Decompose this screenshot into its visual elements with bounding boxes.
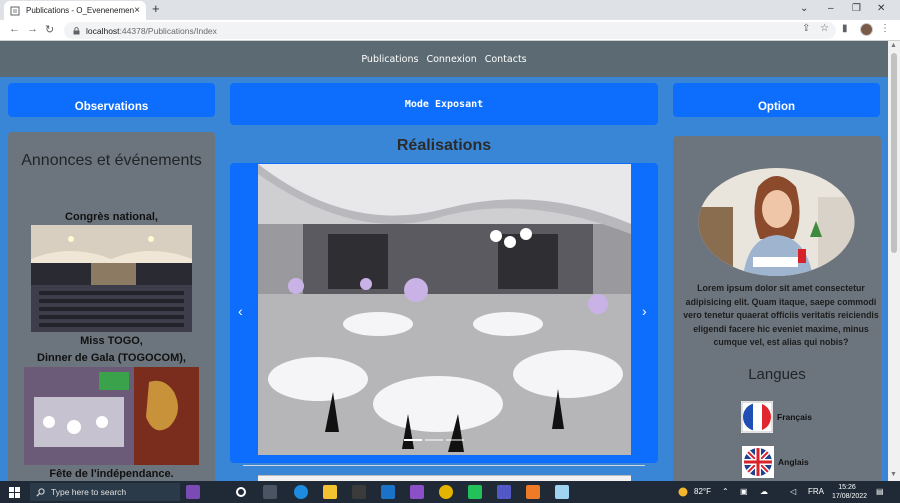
tray-chevron-icon[interactable]: ⌃ (722, 487, 729, 496)
event-title: Congrès national, (65, 211, 158, 223)
announcements-panel: Annonces et événements Congrès national,… (8, 132, 215, 481)
option-description: Lorem ipsum dolor sit amet consectetur a… (683, 283, 879, 347)
forward-arrow-icon[interactable]: → (27, 23, 38, 35)
carousel-indicator[interactable] (446, 439, 464, 441)
tray-app-icon[interactable]: ▣ (740, 487, 748, 496)
new-tab-icon[interactable]: + (152, 1, 160, 16)
url-host: localhost (86, 25, 120, 36)
carousel-next-icon[interactable]: › (642, 303, 647, 319)
side-panel-icon[interactable]: ▮ (842, 23, 848, 34)
languages-title: Langues (748, 366, 806, 383)
page-content: Publications Connexion Contacts Observat… (0, 41, 888, 481)
window-close-icon[interactable]: ✕ (877, 3, 885, 14)
uk-flag-icon (742, 446, 774, 478)
lock-icon (73, 26, 80, 34)
language-option-fr[interactable]: Français (741, 401, 812, 433)
clock-time: 15:26 (838, 484, 856, 491)
carousel-indicator[interactable] (404, 439, 422, 441)
page-favicon-icon (10, 6, 20, 15)
windows-taskbar: Type here to search 82°F ⌃ ▣ ☁ ◁ FRA 15:… (0, 481, 900, 503)
teams-icon[interactable] (497, 485, 511, 499)
chrome-icon[interactable] (439, 485, 453, 499)
mail-icon[interactable] (381, 485, 395, 499)
language-option-en[interactable]: Anglais (742, 446, 809, 478)
event-title: Fête de l'indépendance. (49, 468, 174, 480)
tab-close-icon[interactable]: × (134, 5, 140, 16)
share-icon[interactable]: ⇪ (802, 23, 810, 34)
notifications-icon[interactable]: ▤ (876, 487, 884, 496)
profile-photo-image (698, 168, 855, 276)
mode-exposant-button[interactable]: Mode Exposant (230, 83, 658, 125)
scroll-down-icon[interactable]: ▼ (890, 471, 897, 478)
reception-hall-image (258, 164, 631, 455)
weather-temp[interactable]: 82°F (694, 487, 711, 496)
language-label-fr: Français (777, 412, 812, 422)
volume-icon[interactable]: ◁ (790, 487, 796, 496)
top-navbar: Publications Connexion Contacts (0, 41, 888, 77)
carousel-indicator[interactable] (425, 439, 443, 441)
option-button-label: Option (757, 101, 796, 113)
scroll-up-icon[interactable]: ▲ (890, 42, 897, 49)
announcements-title: Annonces et événements (21, 152, 202, 169)
browser-tab-active[interactable]: Publications - O_Evenenement × (4, 1, 146, 20)
page-scrollbar[interactable]: ▲ ▼ (888, 41, 900, 481)
browser-tabbar: Publications - O_Evenenement × + ⌄ – ❐ ✕ (0, 0, 900, 20)
widget-news-icon[interactable] (186, 485, 200, 499)
browser-menu-icon[interactable]: ⋮ (880, 23, 890, 34)
divider (243, 465, 645, 466)
taskbar-app-icon[interactable] (263, 485, 277, 499)
language-label-en: Anglais (778, 457, 809, 467)
carousel-prev-icon[interactable]: ‹ (238, 303, 243, 319)
scrollbar-thumb[interactable] (891, 53, 897, 253)
france-flag-icon (741, 401, 773, 433)
xampp-icon[interactable] (526, 485, 540, 499)
event-title: Dinner de Gala (TOGOCOM), (37, 352, 186, 364)
nav-link-contacts[interactable]: Contacts (485, 54, 527, 65)
congress-hall-image (31, 225, 192, 332)
windows-start-icon[interactable] (9, 487, 20, 498)
store-icon[interactable] (352, 485, 366, 499)
reload-icon[interactable]: ↻ (45, 23, 54, 36)
carousel-indicators (404, 439, 464, 441)
address-bar: ← → ↻ localhost:44378/Publications/Index… (0, 20, 900, 41)
taskbar-app-icon[interactable] (555, 485, 569, 499)
url-field[interactable]: localhost:44378/Publications/Index (64, 22, 836, 39)
input-language[interactable]: FRA (808, 487, 824, 496)
clock-date: 17/08/2022 (832, 493, 868, 500)
edge-browser-icon[interactable] (294, 485, 308, 499)
url-path: :44378/Publications/Index (119, 25, 217, 36)
file-explorer-icon[interactable] (323, 485, 337, 499)
nav-link-publications[interactable]: Publications (361, 54, 418, 65)
url-text: localhost:44378/Publications/Index (86, 26, 217, 36)
taskbar-clock[interactable]: 15:26 17/08/2022 (832, 483, 868, 501)
event-title: Miss TOGO, (80, 335, 143, 347)
bookmark-star-icon[interactable]: ☆ (820, 23, 829, 34)
search-icon (36, 487, 45, 497)
back-arrow-icon[interactable]: ← (9, 23, 20, 35)
option-button[interactable]: Option (673, 83, 880, 117)
weather-sun-icon (678, 487, 688, 497)
tab-search-chevron-icon[interactable]: ⌄ (800, 3, 808, 14)
profile-avatar[interactable] (860, 23, 873, 36)
taskbar-search-placeholder: Type here to search (51, 487, 127, 497)
observations-button-label: Observations (74, 101, 149, 113)
nav-link-connexion[interactable]: Connexion (426, 54, 476, 65)
tab-title: Publications - O_Evenenement (26, 6, 135, 15)
visual-studio-icon[interactable] (410, 485, 424, 499)
task-view-icon[interactable] (236, 487, 246, 497)
network-icon[interactable]: ☁ (760, 487, 768, 496)
observations-button[interactable]: Observations (8, 83, 215, 117)
minimize-icon[interactable]: – (828, 3, 834, 14)
maximize-icon[interactable]: ❐ (852, 3, 861, 14)
realisations-title: Réalisations (396, 137, 492, 154)
mode-exposant-button-label: Mode Exposant (404, 98, 484, 110)
pycharm-icon[interactable] (468, 485, 482, 499)
gala-dinner-image (24, 367, 199, 465)
taskbar-search-field[interactable]: Type here to search (30, 483, 180, 501)
